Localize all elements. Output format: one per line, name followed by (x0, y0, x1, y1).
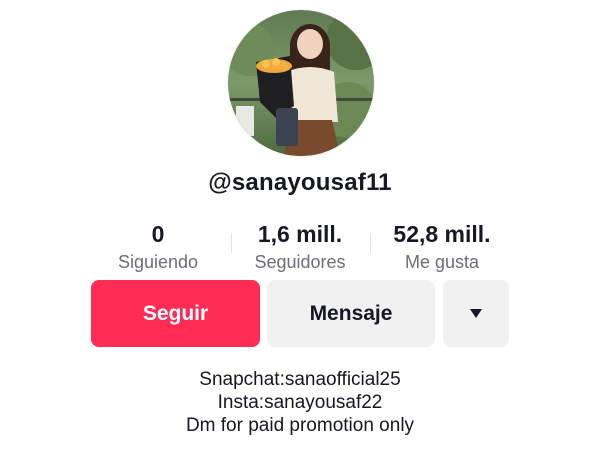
stat-divider (231, 233, 232, 253)
more-options-button[interactable] (443, 280, 509, 347)
avatar-photo (228, 10, 374, 156)
username: @sanayousaf11 (208, 169, 392, 196)
likes-count: 52,8 mill. (393, 221, 491, 247)
message-button[interactable]: Mensaje (267, 280, 435, 347)
caret-down-icon (470, 309, 482, 318)
stat-divider (370, 233, 371, 253)
bio: Snapchat:sanaofficial25 Insta:sanayousaf… (0, 368, 600, 437)
bio-line-insta: Insta:sanayousaf22 (217, 392, 383, 413)
bio-line-snapchat: Snapchat:sanaofficial25 (199, 369, 401, 390)
following-count: 0 (151, 221, 165, 247)
following-label: Siguiendo (117, 252, 199, 272)
stat-followers[interactable]: 1,6 mill. Seguidores (238, 220, 362, 273)
follow-button[interactable]: Seguir (91, 280, 260, 347)
bio-line-dm: Dm for paid promotion only (185, 415, 415, 436)
followers-label: Seguidores (254, 252, 346, 272)
stat-following[interactable]: 0 Siguiendo (98, 220, 218, 273)
profile-page: @sanayousaf11 0 Siguiendo 1,6 mill. Segu… (0, 0, 600, 455)
stat-likes[interactable]: 52,8 mill. Me gusta (372, 220, 512, 273)
followers-count: 1,6 mill. (257, 221, 343, 247)
likes-label: Me gusta (404, 252, 480, 272)
avatar[interactable] (228, 10, 374, 156)
